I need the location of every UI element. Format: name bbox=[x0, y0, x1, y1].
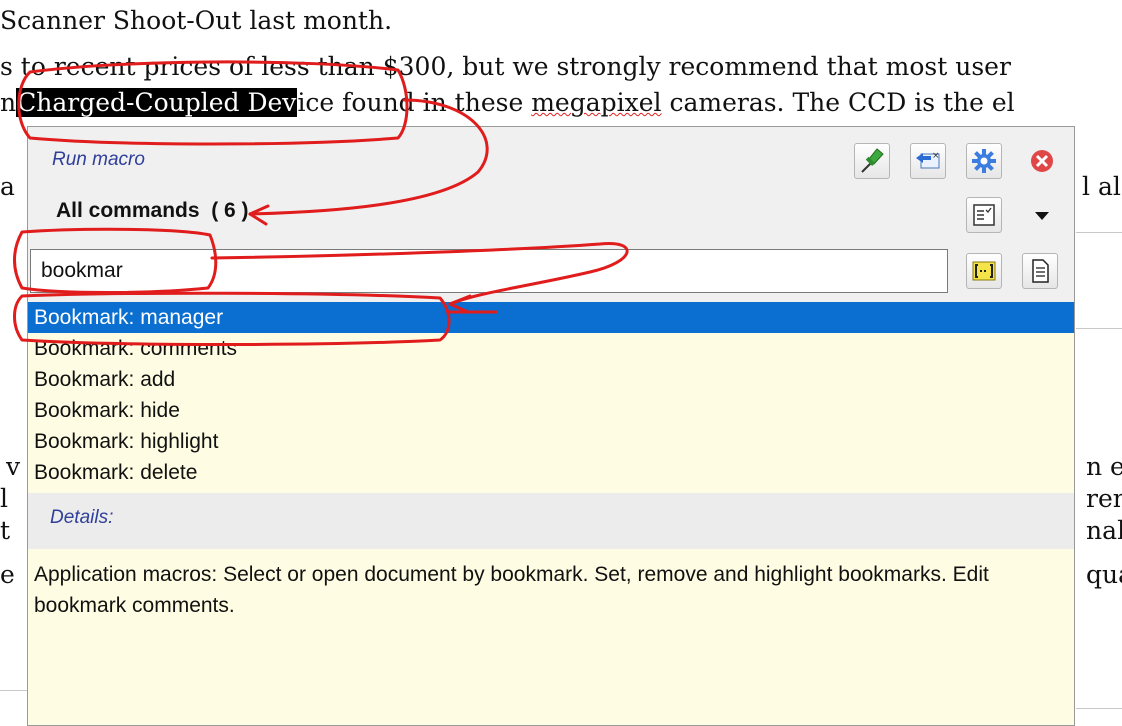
list-header: All commands ( 6 ) bbox=[56, 199, 249, 222]
divider bbox=[1076, 708, 1122, 709]
divider bbox=[1076, 328, 1122, 329]
selected-text: Charged-Coupled Dev bbox=[16, 88, 298, 117]
bracket-button[interactable] bbox=[966, 253, 1002, 289]
pin-icon bbox=[861, 148, 884, 173]
command-item[interactable]: Bookmark: delete bbox=[28, 457, 1074, 488]
document-text-fragment: n ec bbox=[1086, 452, 1122, 481]
chevron-down-icon bbox=[1035, 212, 1049, 220]
back-arrow-icon: × bbox=[916, 151, 940, 169]
details-label: Details: bbox=[50, 507, 114, 528]
document-text-line: nCharged-Coupled Device found in these m… bbox=[0, 88, 1015, 117]
bracket-icon bbox=[972, 261, 996, 281]
document-text-fragment: nah bbox=[1086, 516, 1122, 545]
divider bbox=[0, 690, 27, 691]
command-item[interactable]: Bookmark: manager bbox=[28, 302, 1074, 333]
document-text-line: Scanner Shoot-Out last month. bbox=[0, 6, 393, 35]
document-text-fragment: e bbox=[0, 560, 15, 589]
list-options-button[interactable] bbox=[966, 197, 1002, 233]
run-macro-panel: Run macro All commands ( 6 ) × bookmar B… bbox=[27, 126, 1075, 726]
svg-text:×: × bbox=[932, 151, 940, 161]
back-button[interactable]: × bbox=[910, 143, 946, 179]
close-icon bbox=[1031, 150, 1053, 172]
document-text-line: s to recent prices of less than $300, bu… bbox=[0, 52, 1011, 81]
panel-title: Run macro bbox=[52, 149, 145, 170]
list-options-icon bbox=[973, 204, 995, 226]
command-list: Bookmark: manager Bookmark: comments Boo… bbox=[28, 302, 1074, 488]
divider bbox=[1076, 232, 1122, 233]
document-text-fragment: ren bbox=[1086, 484, 1122, 513]
command-item[interactable]: Bookmark: comments bbox=[28, 333, 1074, 364]
details-header: Details: bbox=[28, 493, 1074, 549]
document-text-fragment: a bbox=[0, 172, 15, 201]
document-text-fragment: l bbox=[0, 484, 8, 513]
gear-icon bbox=[972, 149, 996, 173]
document-text-fragment: l als bbox=[1082, 172, 1122, 201]
document-button[interactable] bbox=[1022, 253, 1058, 289]
search-input[interactable] bbox=[30, 249, 948, 293]
document-icon bbox=[1032, 259, 1049, 283]
pin-button[interactable] bbox=[854, 143, 890, 179]
settings-button[interactable] bbox=[966, 143, 1002, 179]
dropdown-button[interactable] bbox=[1024, 197, 1060, 233]
command-count: ( 6 ) bbox=[211, 199, 249, 222]
document-text-fragment: qua bbox=[1086, 560, 1122, 589]
command-item[interactable]: Bookmark: add bbox=[28, 364, 1074, 395]
command-item[interactable]: Bookmark: hide bbox=[28, 395, 1074, 426]
command-description: Application macros: Select or open docum… bbox=[34, 563, 989, 617]
command-item[interactable]: Bookmark: highlight bbox=[28, 426, 1074, 457]
panel-header: Run macro All commands ( 6 ) × bbox=[28, 127, 1074, 302]
document-text-fragment: v bbox=[6, 452, 21, 481]
close-button[interactable] bbox=[1024, 143, 1060, 179]
document-text-fragment: t bbox=[0, 516, 11, 545]
